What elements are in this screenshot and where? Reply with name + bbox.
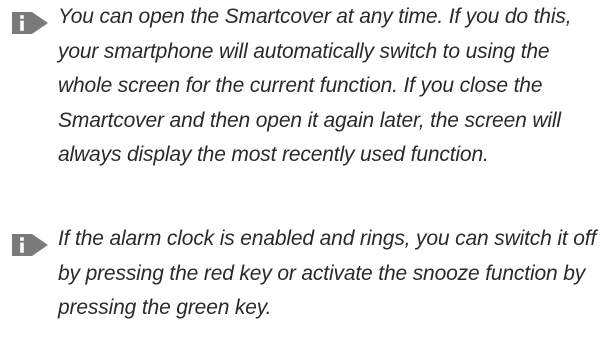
info-icon — [12, 12, 48, 34]
note-text: You can open the Smartcover at any time.… — [58, 5, 572, 166]
info-icon — [12, 234, 48, 256]
note-text: If the alarm clock is enabled and rings,… — [58, 227, 597, 319]
